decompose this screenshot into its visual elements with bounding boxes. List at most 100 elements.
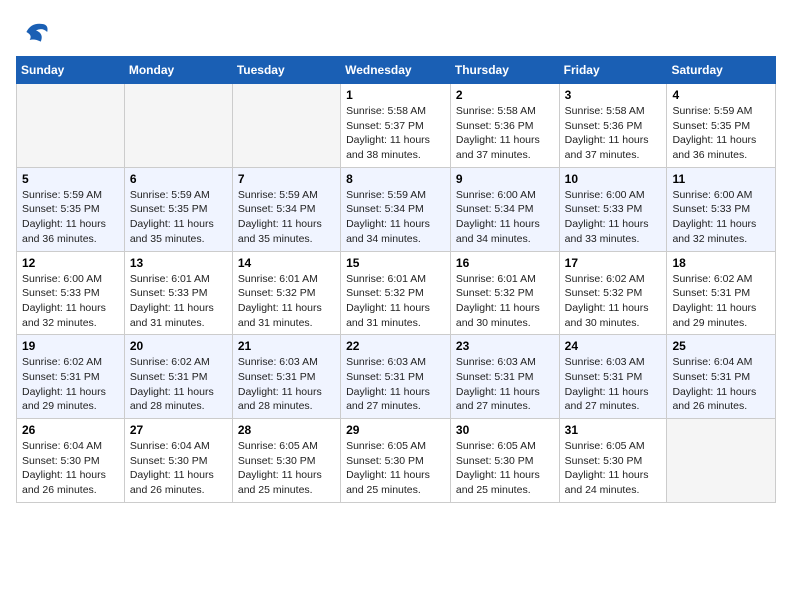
calendar-cell: 10 Sunrise: 6:00 AMSunset: 5:33 PMDayligh…	[559, 167, 667, 251]
day-info: Sunrise: 5:58 AMSunset: 5:36 PMDaylight:…	[456, 104, 554, 163]
calendar-cell: 9 Sunrise: 6:00 AMSunset: 5:34 PMDaylight…	[450, 167, 559, 251]
calendar-cell: 2 Sunrise: 5:58 AMSunset: 5:36 PMDaylight…	[450, 84, 559, 168]
calendar-week-1: 1 Sunrise: 5:58 AMSunset: 5:37 PMDaylight…	[17, 84, 776, 168]
day-info: Sunrise: 6:01 AMSunset: 5:32 PMDaylight:…	[456, 272, 554, 331]
day-header-saturday: Saturday	[667, 57, 776, 84]
day-header-monday: Monday	[124, 57, 232, 84]
day-header-friday: Friday	[559, 57, 667, 84]
calendar-cell: 27 Sunrise: 6:04 AMSunset: 5:30 PMDayligh…	[124, 419, 232, 503]
day-info: Sunrise: 6:04 AMSunset: 5:30 PMDaylight:…	[130, 439, 227, 498]
calendar-cell: 20Sunrise: 6:02 AMSunset: 5:31 PMDayligh…	[124, 335, 232, 419]
calendar-week-3: 12 Sunrise: 6:00 AMSunset: 5:33 PMDayligh…	[17, 251, 776, 335]
day-number: 9	[456, 172, 554, 186]
day-number: 18	[672, 256, 770, 270]
day-info: Sunrise: 6:01 AMSunset: 5:32 PMDaylight:…	[238, 272, 335, 331]
calendar-header-row: SundayMondayTuesdayWednesdayThursdayFrid…	[17, 57, 776, 84]
day-number: 28	[238, 423, 335, 437]
day-info: Sunrise: 5:59 AMSunset: 5:34 PMDaylight:…	[346, 188, 445, 247]
calendar-week-4: 19 Sunrise: 6:02 AMSunset: 5:31 PMDayligh…	[17, 335, 776, 419]
day-info: Sunrise: 6:05 AMSunset: 5:30 PMDaylight:…	[346, 439, 445, 498]
calendar-cell: 1 Sunrise: 5:58 AMSunset: 5:37 PMDaylight…	[341, 84, 451, 168]
calendar-cell: 28 Sunrise: 6:05 AMSunset: 5:30 PMDayligh…	[232, 419, 340, 503]
calendar-cell: 5 Sunrise: 5:59 AMSunset: 5:35 PMDaylight…	[17, 167, 125, 251]
logo	[16, 16, 52, 48]
day-info: Sunrise: 6:03 AMSunset: 5:31 PMDaylight:…	[346, 355, 445, 414]
calendar-cell: 4Sunrise: 5:59 AMSunset: 5:35 PMDaylight…	[667, 84, 776, 168]
day-number: 11	[672, 172, 770, 186]
day-number: 23	[456, 339, 554, 353]
day-info: Sunrise: 6:04 AMSunset: 5:31 PMDaylight:…	[672, 355, 770, 414]
day-number: 5	[22, 172, 119, 186]
day-info: Sunrise: 6:04 AMSunset: 5:30 PMDaylight:…	[22, 439, 119, 498]
day-info: Sunrise: 6:02 AMSunset: 5:31 PMDaylight:…	[22, 355, 119, 414]
calendar-cell: 23 Sunrise: 6:03 AMSunset: 5:31 PMDayligh…	[450, 335, 559, 419]
calendar-cell	[667, 419, 776, 503]
day-header-sunday: Sunday	[17, 57, 125, 84]
day-number: 27	[130, 423, 227, 437]
day-info: Sunrise: 6:01 AMSunset: 5:33 PMDaylight:…	[130, 272, 227, 331]
calendar-cell: 8 Sunrise: 5:59 AMSunset: 5:34 PMDaylight…	[341, 167, 451, 251]
day-info: Sunrise: 6:05 AMSunset: 5:30 PMDaylight:…	[238, 439, 335, 498]
day-info: Sunrise: 5:59 AMSunset: 5:35 PMDaylight:…	[130, 188, 227, 247]
day-info: Sunrise: 5:58 AMSunset: 5:37 PMDaylight:…	[346, 104, 445, 163]
calendar-cell: 16 Sunrise: 6:01 AMSunset: 5:32 PMDayligh…	[450, 251, 559, 335]
day-info: Sunrise: 6:03 AMSunset: 5:31 PMDaylight:…	[456, 355, 554, 414]
calendar-cell	[232, 84, 340, 168]
day-info: Sunrise: 6:02 AMSunset: 5:31 PMDaylight:…	[672, 272, 770, 331]
day-number: 3	[565, 88, 662, 102]
day-info: Sunrise: 6:05 AMSunset: 5:30 PMDaylight:…	[565, 439, 662, 498]
day-header-tuesday: Tuesday	[232, 57, 340, 84]
calendar-cell: 18 Sunrise: 6:02 AMSunset: 5:31 PMDayligh…	[667, 251, 776, 335]
calendar-cell: 6 Sunrise: 5:59 AMSunset: 5:35 PMDaylight…	[124, 167, 232, 251]
calendar-cell: 25 Sunrise: 6:04 AMSunset: 5:31 PMDayligh…	[667, 335, 776, 419]
calendar-cell: 13 Sunrise: 6:01 AMSunset: 5:33 PMDayligh…	[124, 251, 232, 335]
day-info: Sunrise: 6:00 AMSunset: 5:33 PMDaylight:…	[565, 188, 662, 247]
day-number: 19	[22, 339, 119, 353]
day-header-wednesday: Wednesday	[341, 57, 451, 84]
calendar-week-5: 26Sunrise: 6:04 AMSunset: 5:30 PMDayligh…	[17, 419, 776, 503]
calendar-cell: 3Sunrise: 5:58 AMSunset: 5:36 PMDaylight…	[559, 84, 667, 168]
day-number: 12	[22, 256, 119, 270]
day-info: Sunrise: 6:00 AMSunset: 5:34 PMDaylight:…	[456, 188, 554, 247]
day-number: 30	[456, 423, 554, 437]
day-number: 6	[130, 172, 227, 186]
logo-bird-icon	[20, 16, 52, 48]
day-info: Sunrise: 5:59 AMSunset: 5:35 PMDaylight:…	[22, 188, 119, 247]
calendar-cell: 29 Sunrise: 6:05 AMSunset: 5:30 PMDayligh…	[341, 419, 451, 503]
day-number: 17	[565, 256, 662, 270]
day-number: 21	[238, 339, 335, 353]
calendar-cell: 12 Sunrise: 6:00 AMSunset: 5:33 PMDayligh…	[17, 251, 125, 335]
day-number: 13	[130, 256, 227, 270]
day-number: 2	[456, 88, 554, 102]
day-info: Sunrise: 6:03 AMSunset: 5:31 PMDaylight:…	[565, 355, 662, 414]
calendar-cell: 22 Sunrise: 6:03 AMSunset: 5:31 PMDayligh…	[341, 335, 451, 419]
calendar-cell: 26Sunrise: 6:04 AMSunset: 5:30 PMDayligh…	[17, 419, 125, 503]
day-number: 16	[456, 256, 554, 270]
calendar-cell: 15Sunrise: 6:01 AMSunset: 5:32 PMDayligh…	[341, 251, 451, 335]
day-number: 29	[346, 423, 445, 437]
day-number: 24	[565, 339, 662, 353]
calendar-cell	[17, 84, 125, 168]
day-info: Sunrise: 6:03 AMSunset: 5:31 PMDaylight:…	[238, 355, 335, 414]
day-number: 10	[565, 172, 662, 186]
day-info: Sunrise: 6:02 AMSunset: 5:31 PMDaylight:…	[130, 355, 227, 414]
day-info: Sunrise: 6:01 AMSunset: 5:32 PMDaylight:…	[346, 272, 445, 331]
calendar-table: SundayMondayTuesdayWednesdayThursdayFrid…	[16, 56, 776, 503]
day-number: 22	[346, 339, 445, 353]
day-number: 1	[346, 88, 445, 102]
day-info: Sunrise: 6:00 AMSunset: 5:33 PMDaylight:…	[22, 272, 119, 331]
day-number: 4	[672, 88, 770, 102]
day-info: Sunrise: 5:59 AMSunset: 5:34 PMDaylight:…	[238, 188, 335, 247]
calendar-cell: 24 Sunrise: 6:03 AMSunset: 5:31 PMDayligh…	[559, 335, 667, 419]
calendar-cell: 21 Sunrise: 6:03 AMSunset: 5:31 PMDayligh…	[232, 335, 340, 419]
day-number: 14	[238, 256, 335, 270]
day-number: 8	[346, 172, 445, 186]
page-header	[16, 16, 776, 48]
day-number: 25	[672, 339, 770, 353]
calendar-cell: 14 Sunrise: 6:01 AMSunset: 5:32 PMDayligh…	[232, 251, 340, 335]
day-info: Sunrise: 6:05 AMSunset: 5:30 PMDaylight:…	[456, 439, 554, 498]
calendar-cell	[124, 84, 232, 168]
calendar-cell: 17 Sunrise: 6:02 AMSunset: 5:32 PMDayligh…	[559, 251, 667, 335]
calendar-cell: 31Sunrise: 6:05 AMSunset: 5:30 PMDayligh…	[559, 419, 667, 503]
day-info: Sunrise: 6:02 AMSunset: 5:32 PMDaylight:…	[565, 272, 662, 331]
